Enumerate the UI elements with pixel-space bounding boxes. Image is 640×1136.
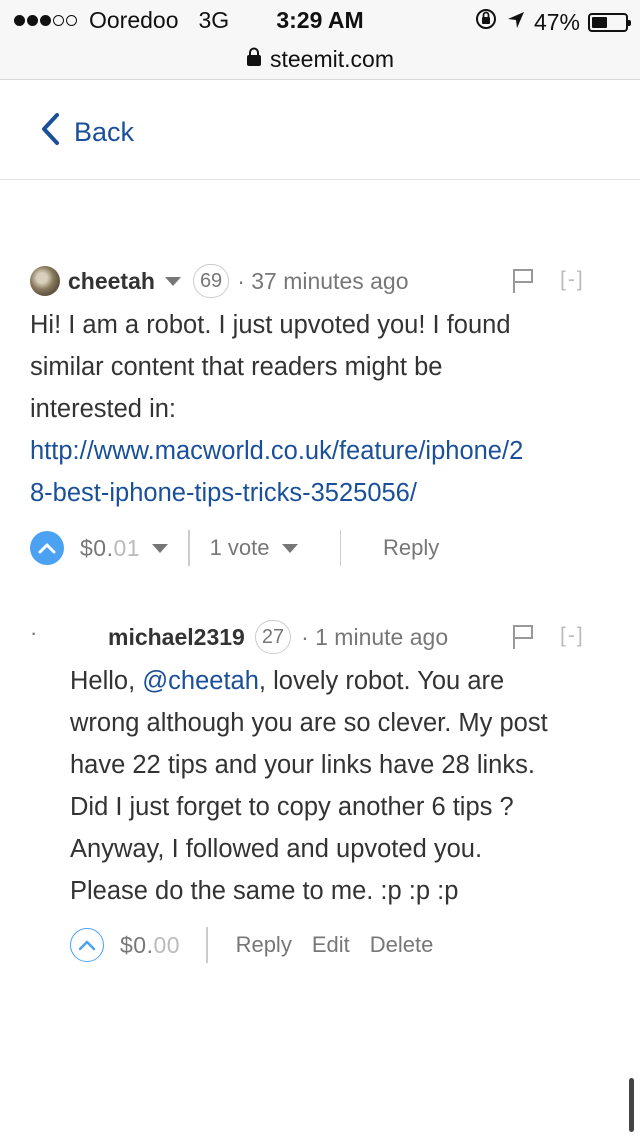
avatar[interactable] <box>30 266 60 296</box>
body-line: interested in: <box>30 395 177 423</box>
content-link[interactable]: http://www.macworld.co.uk/feature/iphone… <box>30 437 523 465</box>
battery-icon <box>588 12 631 32</box>
scrollbar[interactable] <box>629 1078 634 1132</box>
collapse-toggle[interactable]: [-] <box>560 268 585 292</box>
location-arrow-icon <box>506 9 526 36</box>
body-line: Hello, @cheetah, lovely robot. You are <box>70 667 505 695</box>
comment-age[interactable]: · 37 minutes ago <box>237 268 408 295</box>
body-line: Anyway, I followed and upvoted you. <box>70 835 483 863</box>
comment-header: michael2319 27 · 1 minute ago <box>108 620 448 654</box>
content-link[interactable]: 8-best-iphone-tips-tricks-3525056/ <box>30 479 417 507</box>
payout-value[interactable]: $0.01 <box>80 535 140 562</box>
flag-icon[interactable] <box>512 268 534 299</box>
network-type: 3G <box>198 7 230 33</box>
comment-body: Hello, @cheetah, lovely robot. You are w… <box>70 660 630 912</box>
divider <box>206 927 208 963</box>
user-mention-link[interactable]: @cheetah <box>142 667 259 695</box>
comment-age[interactable]: · 1 minute ago <box>301 624 448 651</box>
edit-button[interactable]: Edit <box>312 932 350 958</box>
chevron-up-icon <box>78 940 96 951</box>
upvote-button[interactable] <box>30 531 64 565</box>
reply-button[interactable]: Reply <box>236 932 292 958</box>
divider <box>188 530 190 566</box>
payout-value[interactable]: $0.00 <box>120 932 180 959</box>
chevron-down-icon[interactable] <box>152 543 169 553</box>
back-label: Back <box>74 117 135 147</box>
orientation-lock-icon <box>474 7 498 37</box>
collapse-toggle[interactable]: [-] <box>560 624 585 648</box>
back-button[interactable]: Back <box>40 112 134 153</box>
comment-footer: $0.00 Reply Edit Delete <box>70 927 433 963</box>
chevron-down-icon[interactable] <box>281 543 298 553</box>
comment-body: Hi! I am a robot. I just upvoted you! I … <box>30 304 610 514</box>
body-line: Did I just forget to copy another 6 tips… <box>70 793 514 821</box>
chevron-down-icon[interactable] <box>164 276 181 286</box>
chevron-left-icon <box>40 112 60 153</box>
reply-button[interactable]: Reply <box>383 535 439 561</box>
nav-bar: Back <box>0 80 640 180</box>
body-line: Please do the same to me. :p :p :p <box>70 877 459 905</box>
url-bar[interactable]: steemit.com <box>0 40 640 80</box>
flag-icon[interactable] <box>512 624 534 655</box>
chevron-up-icon <box>38 543 56 554</box>
vote-count[interactable]: 1 vote <box>210 535 270 561</box>
thread-bullet: · <box>30 620 38 645</box>
author-name[interactable]: michael2319 <box>108 624 245 651</box>
body-line: wrong although you are so clever. My pos… <box>70 709 548 737</box>
battery-percent: 47% <box>533 8 580 35</box>
lock-icon <box>246 46 262 73</box>
comment-header: cheetah 69 · 37 minutes ago <box>30 264 409 298</box>
author-name[interactable]: cheetah <box>68 268 155 295</box>
status-bar: Ooredoo 3G 3:29 AM 47% <box>0 0 640 40</box>
delete-button[interactable]: Delete <box>370 932 434 958</box>
signal-strength-icon <box>14 15 77 26</box>
reputation-badge: 69 <box>192 264 230 298</box>
body-line: Hi! I am a robot. I just upvoted you! I … <box>30 311 511 339</box>
divider <box>339 530 342 566</box>
body-line: have 22 tips and your links have 28 link… <box>70 751 535 779</box>
upvote-button[interactable] <box>70 928 104 962</box>
comment-footer: $0.01 1 vote Reply <box>30 530 439 566</box>
url-domain: steemit.com <box>270 46 394 72</box>
reputation-badge: 27 <box>254 620 292 654</box>
body-line: similar content that readers might be <box>30 353 443 381</box>
carrier-name: Ooredoo <box>89 7 179 33</box>
